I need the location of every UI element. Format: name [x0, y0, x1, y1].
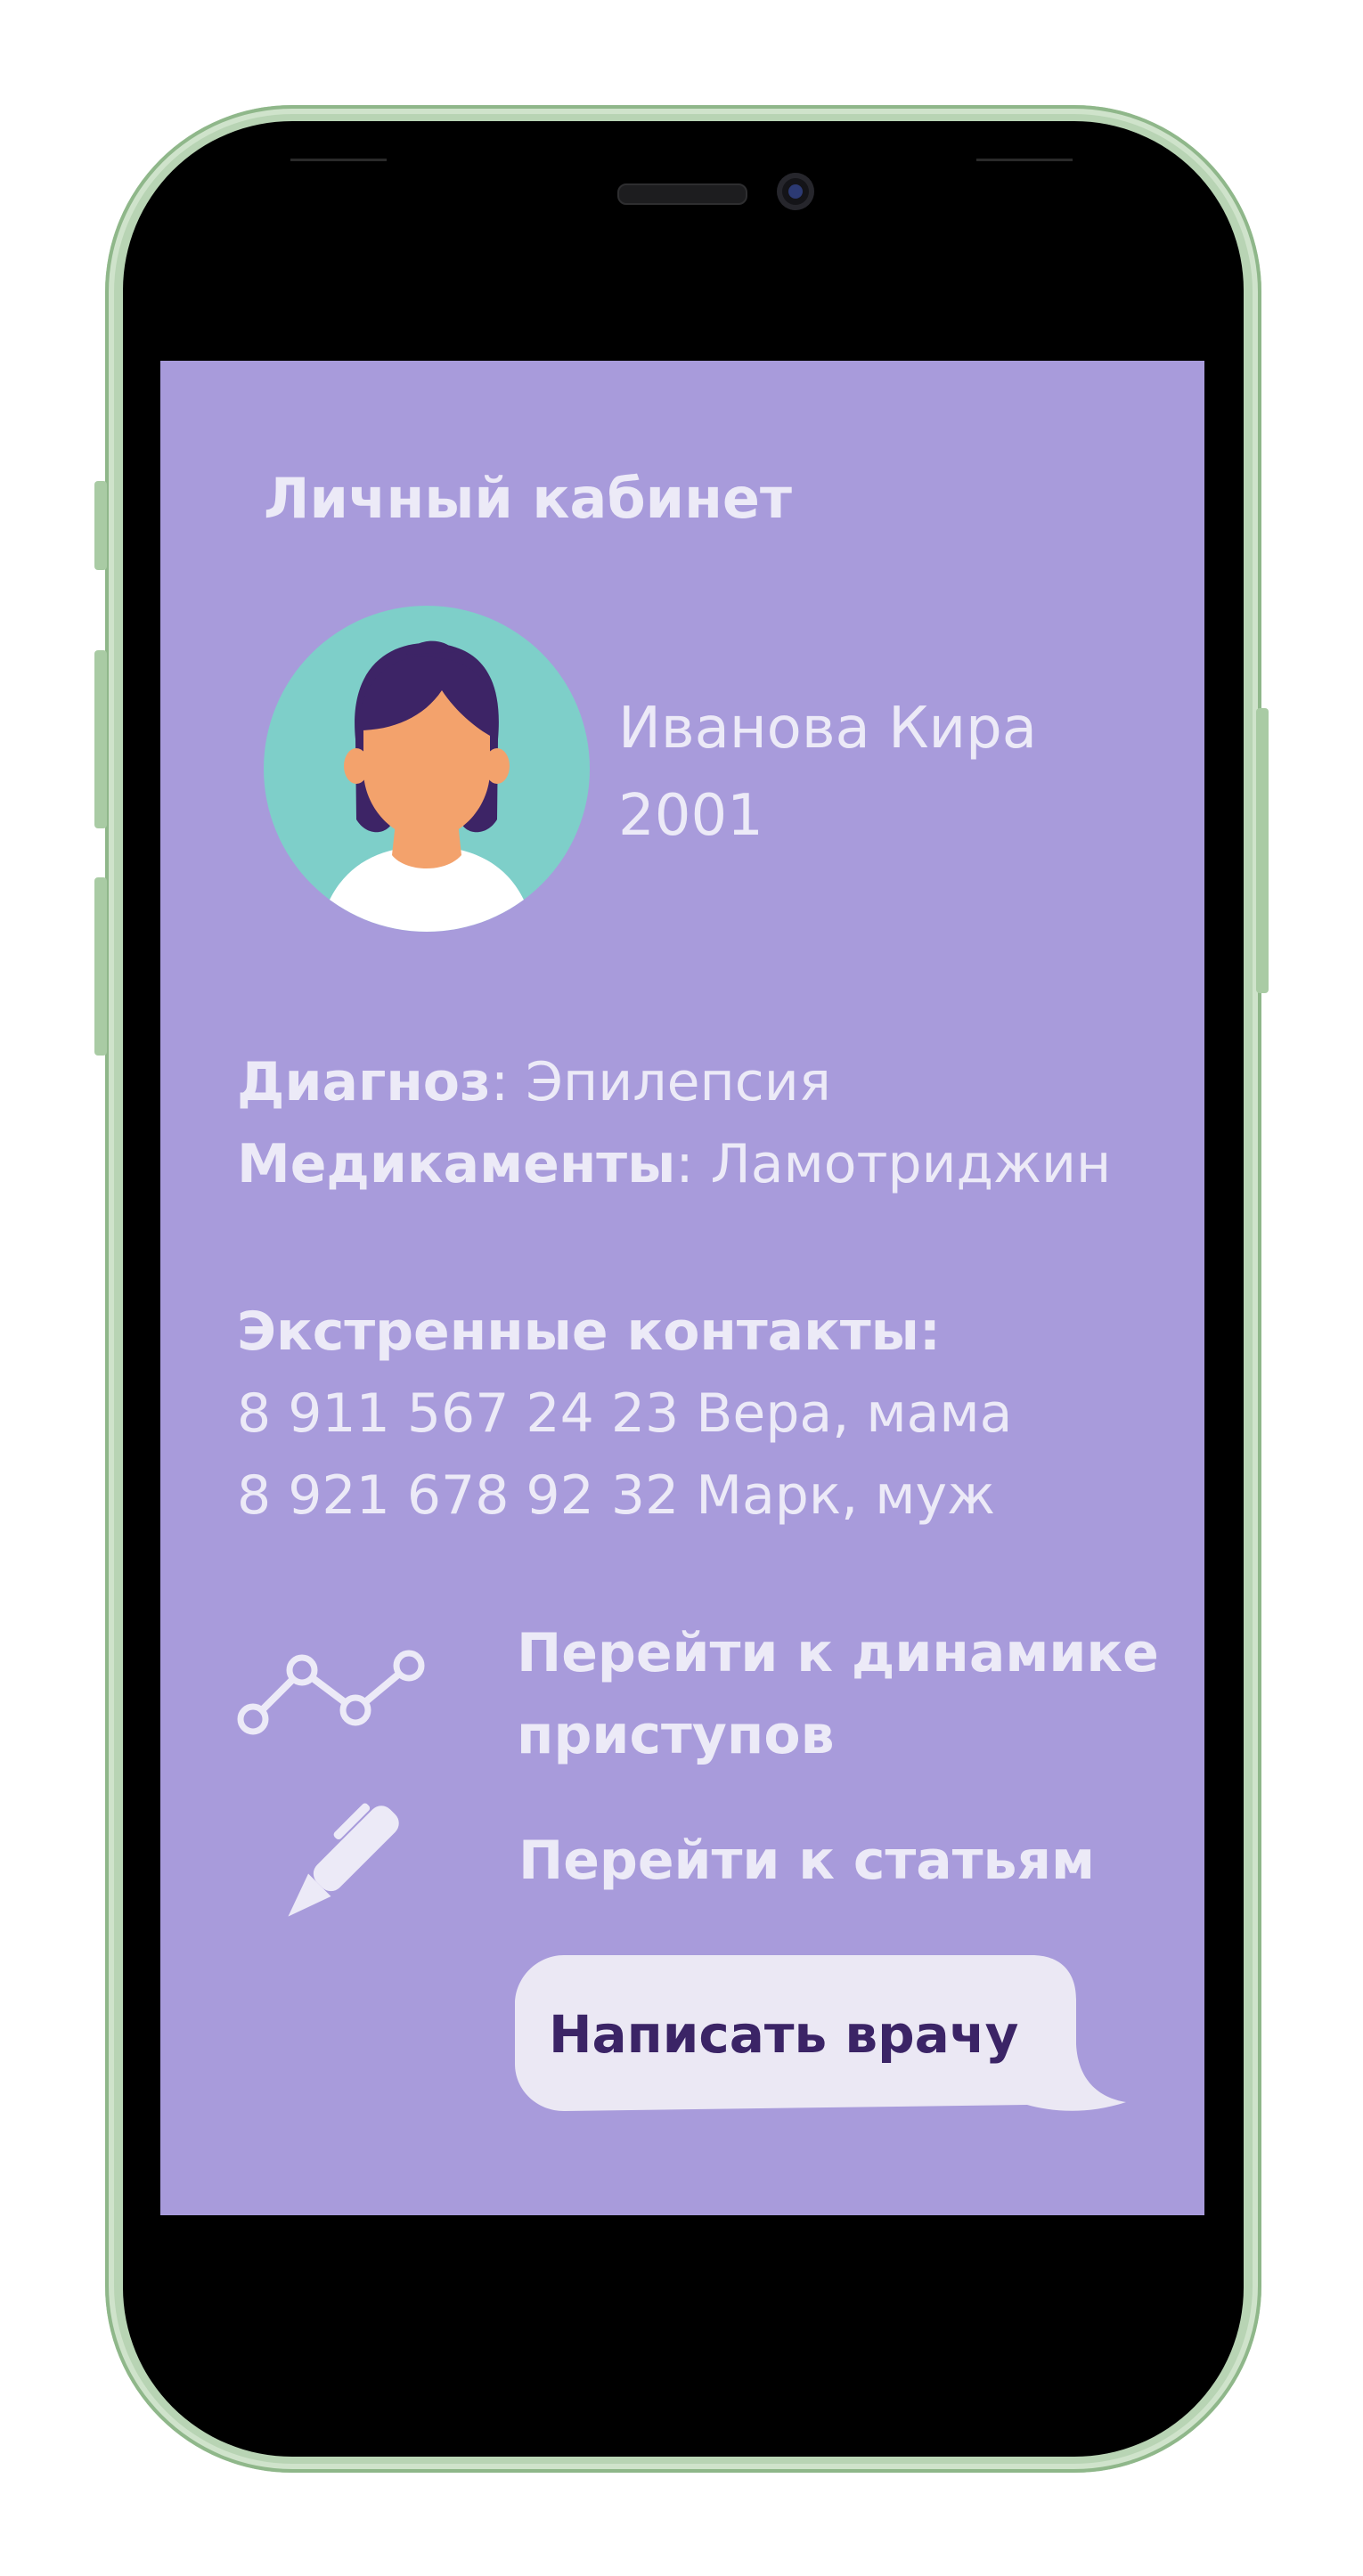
antenna-line-right — [976, 159, 1073, 161]
earpiece-speaker — [617, 183, 747, 205]
emergency-contact[interactable]: 8 911 567 24 23 Вера, мама — [237, 1382, 1012, 1445]
diagnosis-label: Диагноз — [237, 1051, 491, 1113]
emergency-contacts-title: Экстренные контакты: — [237, 1300, 941, 1363]
dynamics-link-line1: Перейти к динамике — [517, 1622, 1159, 1684]
front-camera — [777, 173, 814, 210]
diagnosis-value: : Эпилепсия — [490, 1051, 831, 1113]
dynamics-link-line2: приступов — [517, 1704, 835, 1766]
medication-row: Медикаменты: Ламотриджин — [237, 1133, 1111, 1195]
emergency-contact[interactable]: 8 921 678 92 32 Марк, муж — [237, 1464, 995, 1527]
profile-birth-year: 2001 — [618, 783, 763, 849]
emergency-contacts-title-text: Экстренные контакты: — [237, 1300, 941, 1363]
line-chart-icon[interactable] — [235, 1643, 431, 1741]
write-doctor-button[interactable]: Написать врачу — [549, 2004, 1018, 2065]
profile-name: Иванова Кира — [618, 696, 1037, 762]
diagnosis-row: Диагноз: Эпилепсия — [237, 1051, 831, 1113]
articles-link[interactable]: Перейти к статьям — [518, 1820, 1095, 1902]
power-button — [1256, 708, 1269, 993]
woman-avatar-icon[interactable] — [264, 606, 590, 932]
volume-down-button — [94, 877, 107, 1056]
antenna-line-left — [290, 159, 387, 161]
volume-up-button — [94, 650, 107, 828]
app-screen: Личный кабинет Иванова Кира 2001 Диагноз… — [160, 361, 1204, 2215]
dynamics-link[interactable]: Перейти к динамике приступов — [517, 1612, 1159, 1776]
mute-switch — [94, 481, 107, 570]
medication-label: Медикаменты — [237, 1133, 676, 1195]
pen-icon[interactable] — [267, 1795, 410, 1937]
page-title: Личный кабинет — [264, 466, 792, 531]
medication-value: : Ламотриджин — [675, 1133, 1112, 1195]
